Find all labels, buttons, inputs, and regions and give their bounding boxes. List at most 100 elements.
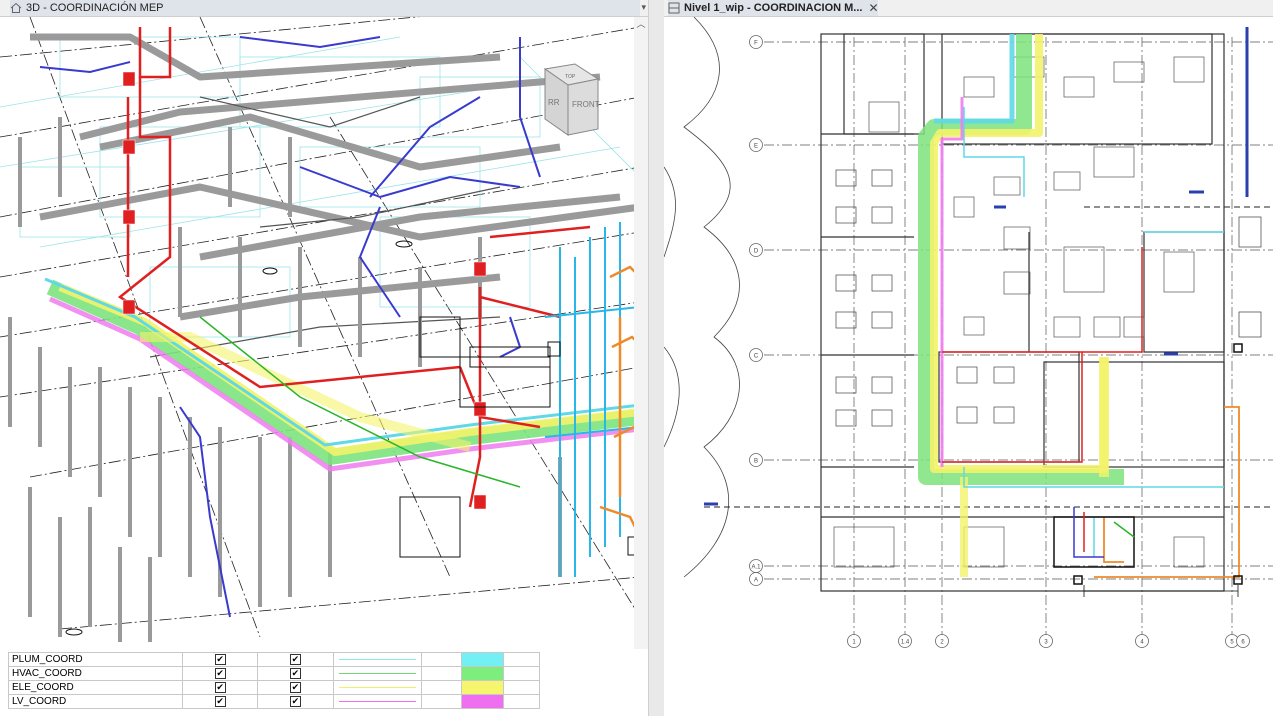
conference-table bbox=[835, 206, 857, 224]
scroll-up-icon[interactable]: ︿ bbox=[634, 17, 648, 30]
legend-filter-name: ELE_COORD bbox=[7, 680, 184, 695]
grid-bubble-left-label: D bbox=[754, 249, 759, 255]
tab-3d-label: 3D - COORDINACIÓN MEP bbox=[26, 2, 164, 14]
conference-table bbox=[835, 376, 857, 394]
legend-spacer-cell bbox=[421, 680, 463, 695]
conference-table bbox=[871, 169, 893, 187]
legend-spacer-cell bbox=[421, 694, 463, 709]
view-3d-tabbar: 3D - COORDINACIÓN MEP ▾ bbox=[0, 0, 648, 17]
view-3d-scrollbar[interactable]: ︿ bbox=[634, 17, 648, 649]
legend-fill-swatch[interactable] bbox=[461, 680, 504, 695]
grid-bubble-bottom: 1 bbox=[847, 634, 861, 648]
legend-spacer-cell bbox=[421, 652, 463, 667]
legend-row: HVAC_COORD ✔ ✔ bbox=[7, 666, 541, 681]
legend-tail-cell bbox=[502, 652, 541, 667]
conference-table bbox=[871, 311, 893, 329]
grid-bubble-left: C bbox=[749, 348, 763, 362]
view-plan-tabbar: Nivel 1_wip - COORDINACION M... ✕ bbox=[664, 0, 1273, 17]
grid-bubble-left: B bbox=[749, 453, 763, 467]
legend-row: LV_COORD ✔ ✔ bbox=[7, 694, 541, 709]
close-tab-icon[interactable]: ✕ bbox=[868, 1, 878, 15]
legend-fill-sample bbox=[462, 681, 503, 694]
conference-table bbox=[956, 366, 978, 384]
conference-table bbox=[835, 274, 857, 292]
model-3d-canvas[interactable]: TOP RR FRONT bbox=[0, 17, 648, 649]
legend-row: PLUM_COORD ✔ ✔ bbox=[7, 652, 541, 667]
house-icon bbox=[10, 2, 22, 14]
tab-nivel-1-label: Nivel 1_wip - COORDINACION M... bbox=[684, 2, 863, 14]
grid-bubble-left: F bbox=[749, 35, 763, 49]
legend-visible-checkbox[interactable]: ✔ bbox=[182, 680, 259, 695]
conference-table bbox=[871, 206, 893, 224]
view-cube-left-label: RR bbox=[548, 98, 560, 107]
legend-visible-checkbox[interactable]: ✔ bbox=[182, 666, 259, 681]
tab-nivel-1[interactable]: Nivel 1_wip - COORDINACION M... ✕ bbox=[668, 0, 879, 16]
conference-table bbox=[993, 406, 1015, 424]
view-plan-pane[interactable]: Nivel 1_wip - COORDINACION M... ✕ F E D … bbox=[664, 0, 1273, 716]
legend-fill-sample bbox=[462, 653, 503, 666]
legend-tail-cell bbox=[502, 666, 541, 681]
legend-line-sample bbox=[338, 701, 417, 702]
grid-bubble-left: E bbox=[749, 138, 763, 152]
conference-table bbox=[993, 366, 1015, 384]
legend-fill-swatch[interactable] bbox=[461, 694, 504, 709]
plan-view-icon bbox=[668, 2, 680, 14]
legend-visible-checkbox[interactable]: ✔ bbox=[182, 652, 259, 667]
floor-plan-canvas[interactable]: FEDCBA.1A 1 1.4 2 3 4 5 6 bbox=[664, 17, 1273, 649]
legend-line-sample bbox=[338, 673, 417, 674]
legend-row: ELE_COORD ✔ ✔ bbox=[7, 680, 541, 695]
grid-bubble-left-label: A bbox=[754, 578, 758, 584]
legend-tail-cell bbox=[502, 680, 541, 695]
conference-table bbox=[871, 409, 893, 427]
grid-bubble-left: A bbox=[749, 572, 763, 586]
grid-bubble-left: D bbox=[749, 243, 763, 257]
conference-table bbox=[871, 376, 893, 394]
legend-filter-name: LV_COORD bbox=[7, 694, 184, 709]
conference-table bbox=[871, 274, 893, 292]
view-3d-pane[interactable]: 3D - COORDINACIÓN MEP ▾ TOP RR FRONT PLU… bbox=[0, 0, 648, 716]
view-cube-top-label: TOP bbox=[565, 74, 576, 80]
conference-table bbox=[835, 409, 857, 427]
grid-bubble-left-label: F bbox=[754, 41, 758, 47]
grid-bubble-bottom: 6 bbox=[1236, 634, 1250, 648]
conference-table bbox=[835, 169, 857, 187]
legend-fill-sample bbox=[462, 667, 503, 680]
legend-line-sample bbox=[338, 687, 417, 688]
grid-bubble-bottom-label: 1.4 bbox=[901, 640, 910, 646]
legend-line-pattern[interactable] bbox=[332, 666, 423, 681]
legend-fill-sample bbox=[462, 695, 503, 708]
tab-3d-coordinacion[interactable]: 3D - COORDINACIÓN MEP bbox=[10, 0, 640, 16]
grid-bubble-left-label: E bbox=[754, 144, 758, 150]
conference-table bbox=[835, 311, 857, 329]
grid-bubble-left-label: B bbox=[754, 459, 758, 465]
legend-line-pattern[interactable] bbox=[332, 694, 423, 709]
legend-visible-checkbox[interactable]: ✔ bbox=[182, 694, 259, 709]
legend-filter-name: HVAC_COORD bbox=[7, 666, 184, 681]
grid-bubble-left: A.1 bbox=[749, 559, 763, 573]
grid-bubbles-bottom: 1 1.4 2 3 4 5 6 bbox=[847, 634, 1250, 648]
legend-fill-swatch[interactable] bbox=[461, 666, 504, 681]
grid-bubble-bottom: 2 bbox=[935, 634, 949, 648]
grid-bubble-left-label: A.1 bbox=[751, 565, 761, 571]
filter-legend-table: PLUM_COORD ✔ ✔ HVAC_COORD ✔ ✔ ELE_COORD ✔ ✔ LV_CO… bbox=[7, 652, 541, 716]
tab-dropdown-icon[interactable]: ▾ bbox=[641, 2, 646, 13]
legend-filter-name: PLUM_COORD bbox=[7, 652, 184, 667]
grid-bubble-bottom: 1.4 bbox=[898, 634, 912, 648]
legend-halftone-checkbox[interactable]: ✔ bbox=[257, 652, 334, 667]
conference-table bbox=[956, 406, 978, 424]
legend-fill-swatch[interactable] bbox=[461, 652, 504, 667]
legend-spacer-cell bbox=[421, 666, 463, 681]
legend-halftone-checkbox[interactable]: ✔ bbox=[257, 680, 334, 695]
grid-bubble-left-label: C bbox=[754, 354, 759, 360]
legend-line-pattern[interactable] bbox=[332, 680, 423, 695]
grid-bubble-bottom: 3 bbox=[1039, 634, 1053, 648]
view-cube[interactable]: TOP RR FRONT bbox=[543, 63, 600, 136]
legend-tail-cell bbox=[502, 694, 541, 709]
grid-bubble-bottom: 4 bbox=[1135, 634, 1149, 648]
legend-halftone-checkbox[interactable]: ✔ bbox=[257, 694, 334, 709]
legend-line-sample bbox=[338, 659, 417, 660]
view-cube-front-label: FRONT bbox=[572, 100, 600, 109]
legend-line-pattern[interactable] bbox=[332, 652, 423, 667]
grid-bubbles-left: F E D C B A.1 A bbox=[749, 35, 763, 586]
legend-halftone-checkbox[interactable]: ✔ bbox=[257, 666, 334, 681]
